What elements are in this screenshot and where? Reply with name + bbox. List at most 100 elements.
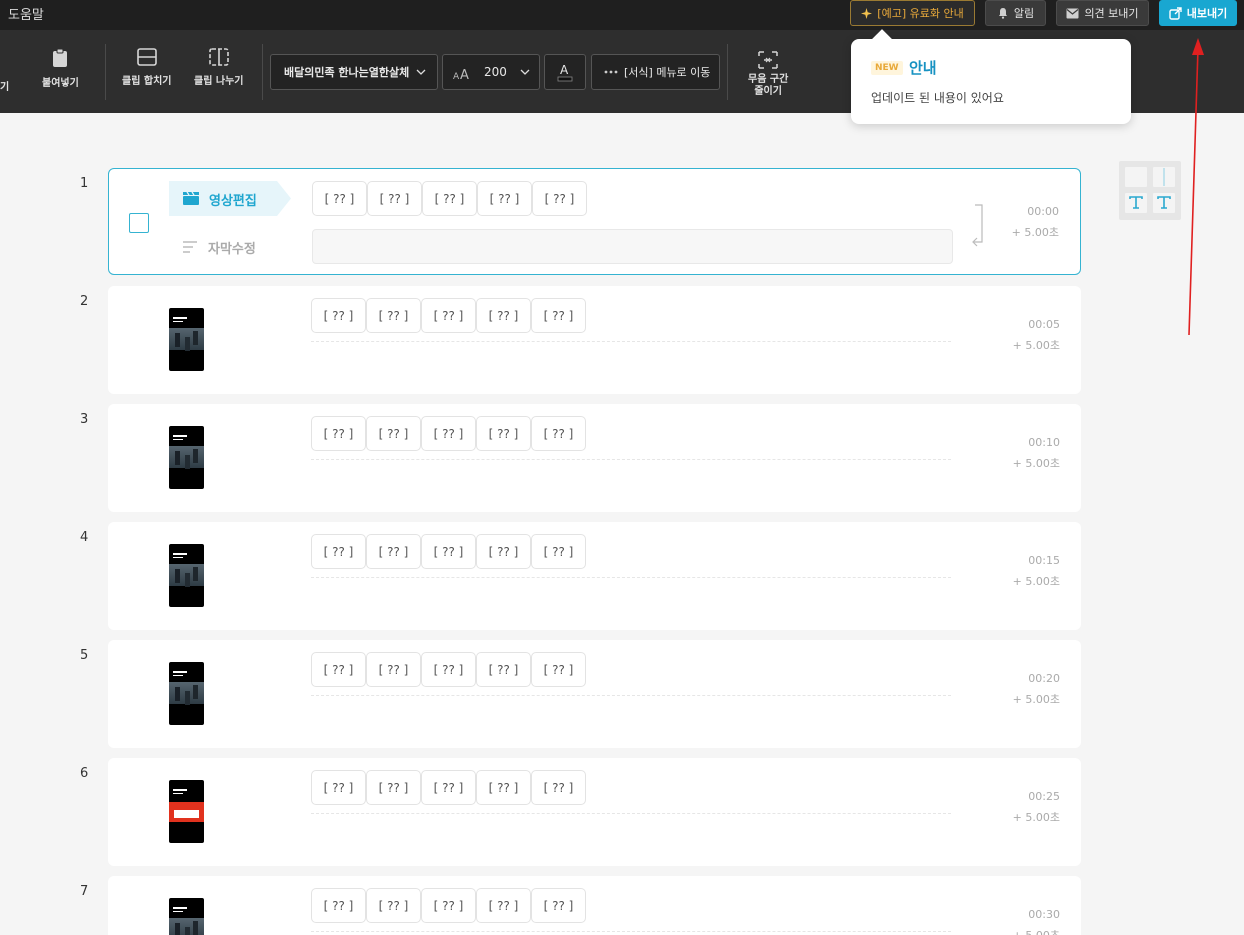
format-menu-button[interactable]: [서식] 메뉴로 이동 [591, 54, 720, 90]
word-chip[interactable]: [ ?? ] [311, 770, 366, 805]
clip-row-selected[interactable]: 영상편집 자막수정 [ ?? ] [ ?? ] [ ?? ] [ ?? ] [ … [108, 168, 1081, 275]
subtitle-line[interactable] [311, 695, 951, 696]
word-chips: [ ?? ] [ ?? ] [ ?? ] [ ?? ] [ ?? ] [311, 534, 586, 569]
subtitle-line[interactable] [311, 577, 951, 578]
word-chip[interactable]: [ ?? ] [531, 652, 586, 687]
word-chip[interactable]: [ ?? ] [366, 652, 421, 687]
clip-number: 5 [80, 648, 89, 663]
word-chips: [ ?? ] [ ?? ] [ ?? ] [ ?? ] [ ?? ] [311, 416, 586, 451]
paste-button[interactable]: 붙여넣기 [42, 48, 79, 89]
export-button[interactable]: 내보내기 [1159, 0, 1237, 26]
word-chip[interactable]: [ ?? ] [311, 416, 366, 451]
word-chip[interactable]: [ ?? ] [421, 416, 476, 451]
subtitle-line[interactable] [311, 459, 951, 460]
help-menu[interactable]: 도움말 [8, 4, 44, 23]
feedback-button[interactable]: 의견 보내기 [1056, 0, 1149, 26]
word-chip[interactable]: [ ?? ] [531, 534, 586, 569]
font-color-button[interactable]: A [544, 54, 586, 90]
subtitle-line[interactable] [311, 931, 951, 932]
paid-notice-label: [예고] 유료화 안내 [877, 7, 964, 20]
word-chip[interactable]: [ ?? ] [366, 416, 421, 451]
word-chip[interactable]: [ ?? ] [367, 181, 422, 216]
clip-row[interactable]: [ ?? ] [ ?? ] [ ?? ] [ ?? ] [ ?? ] 00:25… [108, 758, 1081, 866]
clip-row[interactable]: [ ?? ] [ ?? ] [ ?? ] [ ?? ] [ ?? ] 00:20… [108, 640, 1081, 748]
word-chip[interactable]: [ ?? ] [312, 181, 367, 216]
clip-thumbnail[interactable] [169, 308, 204, 371]
merge-clip-button[interactable]: 클립 합치기 [122, 48, 171, 87]
word-chip[interactable]: [ ?? ] [476, 888, 531, 923]
silence-trim-icon [758, 51, 778, 69]
word-chip[interactable]: [ ?? ] [476, 298, 531, 333]
word-chip[interactable]: [ ?? ] [531, 770, 586, 805]
font-size-icon: AA [453, 68, 469, 80]
word-chip[interactable]: [ ?? ] [531, 298, 586, 333]
clip-duration: + 5.00초 [1012, 457, 1060, 470]
clip-checkbox[interactable] [129, 213, 149, 233]
word-chip[interactable]: [ ?? ] [421, 652, 476, 687]
word-chip[interactable]: [ ?? ] [421, 298, 476, 333]
word-chip[interactable]: [ ?? ] [422, 181, 477, 216]
word-chip[interactable]: [ ?? ] [476, 416, 531, 451]
clip-start-time: 00:30 [1028, 908, 1060, 921]
bell-icon [998, 8, 1007, 19]
subtitle-input[interactable] [312, 229, 953, 264]
alert-button[interactable]: 알림 [985, 0, 1046, 26]
clip-number: 6 [80, 766, 89, 781]
clip-duration: + 5.00초 [1012, 339, 1060, 352]
word-chip[interactable]: [ ?? ] [476, 652, 531, 687]
clip-row[interactable]: [ ?? ] [ ?? ] [ ?? ] [ ?? ] [ ?? ] 00:15… [108, 522, 1081, 630]
clip-thumbnail[interactable] [169, 780, 204, 843]
clip-row[interactable]: [ ?? ] [ ?? ] [ ?? ] [ ?? ] [ ?? ] 00:05… [108, 286, 1081, 394]
word-chip[interactable]: [ ?? ] [366, 534, 421, 569]
word-chip[interactable]: [ ?? ] [311, 888, 366, 923]
word-chip[interactable]: [ ?? ] [311, 298, 366, 333]
clapperboard-icon [183, 192, 199, 205]
subtitle-edit-tab[interactable]: 자막수정 [181, 235, 281, 259]
clip-thumbnail[interactable] [169, 662, 204, 725]
word-chip[interactable]: [ ?? ] [531, 888, 586, 923]
layout-panel[interactable] [1119, 161, 1181, 220]
sparkle-icon [861, 7, 873, 19]
clip-row[interactable]: [ ?? ] [ ?? ] [ ?? ] [ ?? ] [ ?? ] 00:30… [108, 876, 1081, 935]
clip-thumbnail[interactable] [169, 898, 204, 935]
word-chip[interactable]: [ ?? ] [477, 181, 532, 216]
word-chip[interactable]: [ ?? ] [311, 534, 366, 569]
word-chip[interactable]: [ ?? ] [366, 888, 421, 923]
paid-notice-button[interactable]: [예고] 유료화 안내 [850, 0, 975, 26]
clip-row[interactable]: [ ?? ] [ ?? ] [ ?? ] [ ?? ] [ ?? ] 00:10… [108, 404, 1081, 512]
word-chip[interactable]: [ ?? ] [366, 298, 421, 333]
new-badge: NEW [871, 61, 903, 75]
word-chip[interactable]: [ ?? ] [421, 534, 476, 569]
popup-body: 업데이트 된 내용이 있어요 [871, 91, 1004, 105]
chevron-down-icon [416, 69, 426, 75]
word-chip[interactable]: [ ?? ] [476, 770, 531, 805]
popup-title: 안내 [909, 59, 937, 77]
subtitle-line[interactable] [311, 341, 951, 342]
word-chip[interactable]: [ ?? ] [311, 652, 366, 687]
word-chip[interactable]: [ ?? ] [532, 181, 587, 216]
clip-thumbnail[interactable] [169, 426, 204, 489]
subtitle-line[interactable] [311, 813, 951, 814]
word-chips: [ ?? ] [ ?? ] [ ?? ] [ ?? ] [ ?? ] [311, 652, 586, 687]
video-edit-tab[interactable]: 영상편집 [169, 181, 291, 216]
reduce-silence-button[interactable]: 무음 구간 줄이기 [748, 50, 788, 98]
chevron-down-icon [520, 69, 530, 75]
clip-thumbnail[interactable] [169, 544, 204, 607]
cut-tool-partial[interactable]: 기 [0, 78, 9, 93]
word-chip[interactable]: [ ?? ] [366, 770, 421, 805]
clip-duration: + 5.00초 [1011, 226, 1059, 239]
clip-duration: + 5.00초 [1013, 927, 1060, 935]
font-size-select[interactable]: AA 200 [442, 54, 540, 90]
font-family-select[interactable]: 배달의민족 한나는열한살체 [270, 54, 438, 90]
word-chips: [ ?? ] [ ?? ] [ ?? ] [ ?? ] [ ?? ] [312, 181, 587, 216]
word-chips: [ ?? ] [ ?? ] [ ?? ] [ ?? ] [ ?? ] [311, 298, 586, 333]
word-chip[interactable]: [ ?? ] [476, 534, 531, 569]
word-chip[interactable]: [ ?? ] [531, 416, 586, 451]
clip-start-time: 00:25 [1028, 790, 1060, 803]
word-chip[interactable]: [ ?? ] [421, 770, 476, 805]
word-chip[interactable]: [ ?? ] [421, 888, 476, 923]
split-clip-button[interactable]: 클립 나누기 [194, 48, 243, 87]
merge-icon [136, 48, 157, 66]
clip-number: 1 [80, 176, 89, 191]
clip-start-time: 00:00 [1027, 205, 1059, 218]
